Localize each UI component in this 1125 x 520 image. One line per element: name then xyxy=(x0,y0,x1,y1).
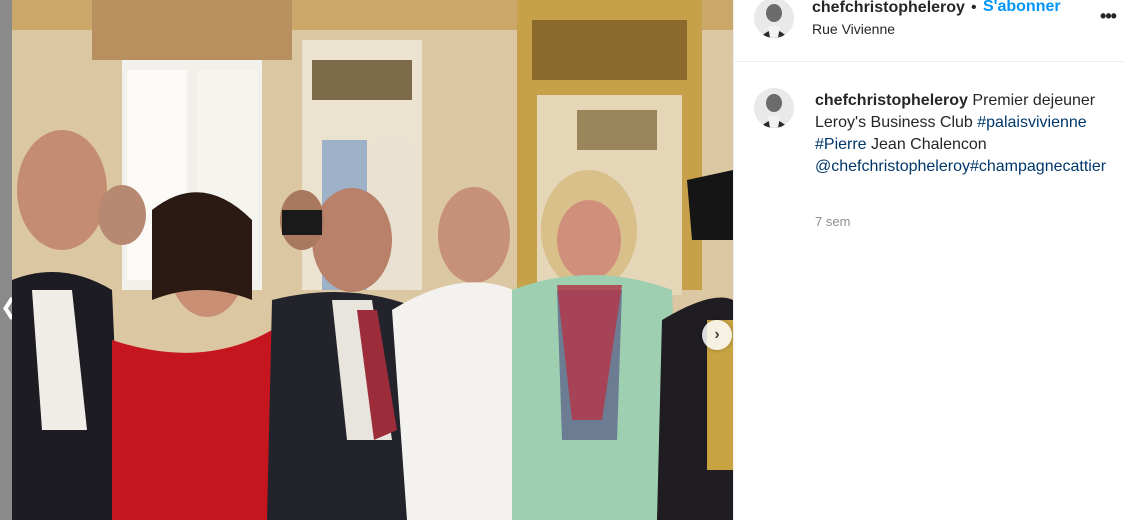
post-header: chefchristopheleroy • S'abonner Rue Vivi… xyxy=(734,0,1125,62)
post-side-panel: chefchristopheleroy • S'abonner Rue Vivi… xyxy=(733,0,1125,520)
hashtag-palaisvivienne[interactable]: #palaisvivienne xyxy=(977,114,1086,131)
caption-text-2: Jean Chalencon xyxy=(871,136,987,153)
hashtag-pierre[interactable]: #Pierre xyxy=(815,136,867,153)
caption-text: chefchristopheleroy Premier dejeuner Ler… xyxy=(815,90,1115,178)
post-photo[interactable]: › xyxy=(12,0,733,520)
post-timestamp[interactable]: 7 sem xyxy=(815,214,850,229)
left-edge-strip: ❮ xyxy=(0,0,18,520)
chevron-right-icon: › xyxy=(714,326,720,343)
avatar[interactable] xyxy=(754,0,794,38)
more-options-icon[interactable]: ••• xyxy=(1096,4,1120,28)
mention-chefchristopheleroy[interactable]: @chefchristopheleroy xyxy=(815,158,970,175)
separator-dot: • xyxy=(971,0,977,16)
post-location[interactable]: Rue Vivienne xyxy=(812,21,895,37)
prev-arrow-icon[interactable]: ❮ xyxy=(0,290,18,324)
next-slide-button[interactable]: › xyxy=(702,320,732,350)
caption-author[interactable]: chefchristopheleroy xyxy=(815,92,968,109)
avatar-image xyxy=(754,0,794,38)
hashtag-champagnecattier[interactable]: #champagnecattier xyxy=(970,158,1106,175)
follow-button[interactable]: S'abonner xyxy=(983,0,1061,16)
post-photo-image xyxy=(12,0,733,520)
caption-avatar[interactable] xyxy=(754,88,794,128)
post-username[interactable]: chefchristopheleroy xyxy=(812,0,965,17)
caption-avatar-image xyxy=(754,88,794,128)
